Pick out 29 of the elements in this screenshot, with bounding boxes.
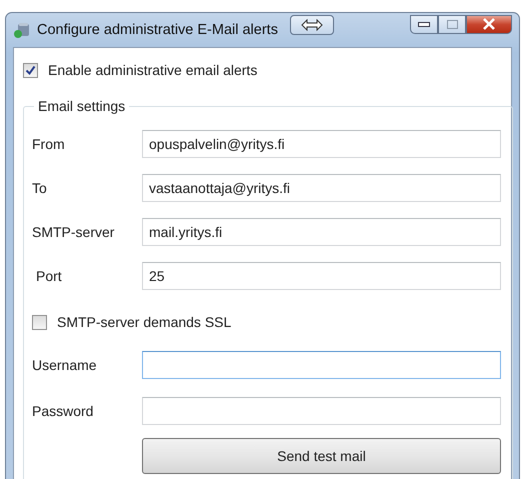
- checkbox-label: SMTP-server demands SSL: [57, 314, 232, 330]
- input-field[interactable]: 25: [142, 262, 501, 290]
- field-label: SMTP-server: [32, 224, 116, 240]
- group-title: Email settings: [37, 98, 126, 114]
- field-label: Password: [32, 403, 94, 419]
- resize-button[interactable]: [290, 15, 334, 35]
- field-label: Username: [32, 357, 98, 373]
- double-arrow-icon: [300, 19, 323, 31]
- maximize-button[interactable]: [438, 14, 466, 34]
- field-label: From: [32, 136, 66, 152]
- input-field[interactable]: opuspalvelin@yritys.fi: [142, 130, 501, 158]
- send-test-mail-button[interactable]: Send test mail: [142, 438, 501, 474]
- maximize-icon: [446, 20, 458, 28]
- input-field[interactable]: vastaanottaja@yritys.fi: [142, 174, 501, 202]
- checkbox[interactable]: [23, 62, 38, 78]
- close-icon: [482, 18, 496, 30]
- close-button[interactable]: [466, 14, 512, 34]
- checkbox[interactable]: [32, 314, 47, 330]
- input-field[interactable]: [142, 351, 501, 379]
- input-field[interactable]: [142, 397, 501, 425]
- input-field[interactable]: mail.yritys.fi: [142, 218, 501, 246]
- checkmark-icon: [25, 64, 36, 76]
- checkbox-label: Enable administrative email alerts: [48, 62, 258, 78]
- field-label: Port: [35, 268, 63, 284]
- minimize-button[interactable]: [410, 14, 438, 34]
- field-label: To: [32, 180, 48, 196]
- window-title: Configure administrative E-Mail alerts: [37, 22, 278, 38]
- minimize-icon: [418, 22, 430, 26]
- app-icon: [13, 21, 31, 39]
